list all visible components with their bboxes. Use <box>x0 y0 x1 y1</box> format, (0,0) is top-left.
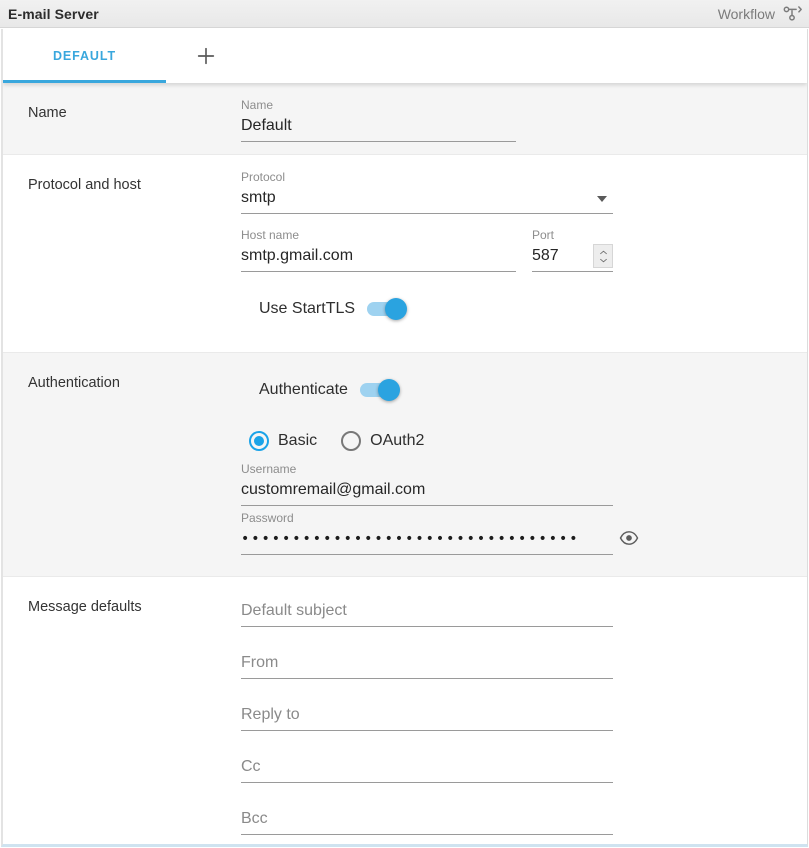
section-name: Name Name Default <box>3 83 807 154</box>
bcc-input[interactable]: Bcc <box>241 807 613 835</box>
radio-basic-indicator <box>249 431 269 451</box>
eye-icon[interactable] <box>619 528 641 550</box>
section-message-defaults-label: Message defaults <box>28 599 142 615</box>
reply-to-input[interactable]: Reply to <box>241 703 613 731</box>
field-username: Username customremail@gmail.com <box>241 461 613 506</box>
section-protocol-host-body: Protocol smtp Host name smtp.gmail.com P… <box>241 155 807 352</box>
workflow-label: Workflow <box>717 5 775 22</box>
port-field-label: Port <box>532 228 555 242</box>
section-message-defaults: Message defaults Default subject From Re… <box>3 576 807 844</box>
start-tls-row: Use StartTLS <box>241 298 807 320</box>
authenticate-label: Authenticate <box>259 381 348 398</box>
git-branch-icon[interactable] <box>781 3 803 25</box>
titlebar-right-group: Workflow <box>718 3 803 25</box>
username-field-label: Username <box>241 462 297 476</box>
auth-credentials: Username customremail@gmail.com Password… <box>241 461 639 555</box>
message-default-fields: Default subject From Reply to Cc Bcc <box>241 599 613 835</box>
from-input[interactable]: From <box>241 651 613 679</box>
host-name-field-label: Host name <box>241 228 300 242</box>
tab-default[interactable]: DEFAULT <box>3 29 166 83</box>
tab-bar: DEFAULT <box>3 29 807 83</box>
start-tls-toggle[interactable] <box>367 298 408 320</box>
default-subject-input[interactable]: Default subject <box>241 599 613 627</box>
field-from: From <box>241 651 613 679</box>
radio-option-oauth2[interactable]: OAuth2 <box>341 431 424 451</box>
spinner-updown-icon[interactable] <box>593 244 613 268</box>
field-bcc: Bcc <box>241 807 613 835</box>
protocol-select[interactable]: smtp <box>241 186 613 214</box>
radio-oauth2-indicator <box>341 431 362 451</box>
section-protocol-host: Protocol and host Protocol smtp Host nam… <box>3 154 807 352</box>
radio-oauth2-label: OAuth2 <box>370 432 425 449</box>
email-server-window: E-mail Server Workflow DEFAULT Name Name… <box>0 0 809 848</box>
field-password: Password •••••••••••••••••••••••••••••••… <box>241 510 639 555</box>
settings-panel: DEFAULT Name Name Default Protocol and h… <box>1 29 808 847</box>
field-reply-to: Reply to <box>241 703 613 731</box>
authenticate-row: Authenticate <box>241 379 807 401</box>
host-name-input[interactable]: smtp.gmail.com <box>241 244 516 272</box>
field-host-name: Host name smtp.gmail.com <box>241 227 516 272</box>
section-authentication-body: Authenticate Basic OAuth2 Username custo… <box>241 353 807 576</box>
field-name: Name Default <box>241 97 516 142</box>
cc-input[interactable]: Cc <box>241 755 613 783</box>
protocol-field-label: Protocol <box>241 170 286 184</box>
radio-basic-label: Basic <box>278 432 318 449</box>
section-name-label: Name <box>28 105 67 121</box>
username-input[interactable]: customremail@gmail.com <box>241 478 613 506</box>
auth-method-radio-group: Basic OAuth2 <box>241 431 807 451</box>
tab-default-label: DEFAULT <box>52 49 116 63</box>
field-protocol: Protocol smtp <box>241 169 613 214</box>
window-titlebar: E-mail Server Workflow <box>0 0 809 28</box>
start-tls-toggle-thumb <box>385 298 408 320</box>
password-input[interactable]: ••••••••••••••••••••••••••••••••• <box>241 527 613 555</box>
start-tls-label: Use StartTLS <box>259 300 356 317</box>
section-message-defaults-body: Default subject From Reply to Cc Bcc <box>241 577 807 844</box>
name-field-label: Name <box>241 98 274 112</box>
chevron-down-icon[interactable] <box>597 196 607 202</box>
field-port: Port 587 <box>532 227 613 272</box>
settings-sections: Name Name Default Protocol and host Prot… <box>3 83 807 844</box>
authenticate-toggle-thumb <box>377 379 400 401</box>
section-authentication: Authentication Authenticate Basic OAuth2… <box>3 352 807 576</box>
section-authentication-label: Authentication <box>28 375 120 391</box>
add-tab-button[interactable] <box>166 29 246 83</box>
field-default-subject: Default subject <box>241 599 613 627</box>
section-protocol-host-label: Protocol and host <box>28 177 141 193</box>
password-field-label: Password <box>241 511 294 525</box>
field-cc: Cc <box>241 755 613 783</box>
radio-option-basic[interactable]: Basic <box>249 431 317 451</box>
section-name-body: Name Default <box>241 83 807 154</box>
host-port-row: Host name smtp.gmail.com Port 587 <box>241 227 807 276</box>
window-title: E-mail Server <box>8 5 99 22</box>
name-input[interactable]: Default <box>241 114 516 142</box>
authenticate-toggle[interactable] <box>359 379 400 401</box>
